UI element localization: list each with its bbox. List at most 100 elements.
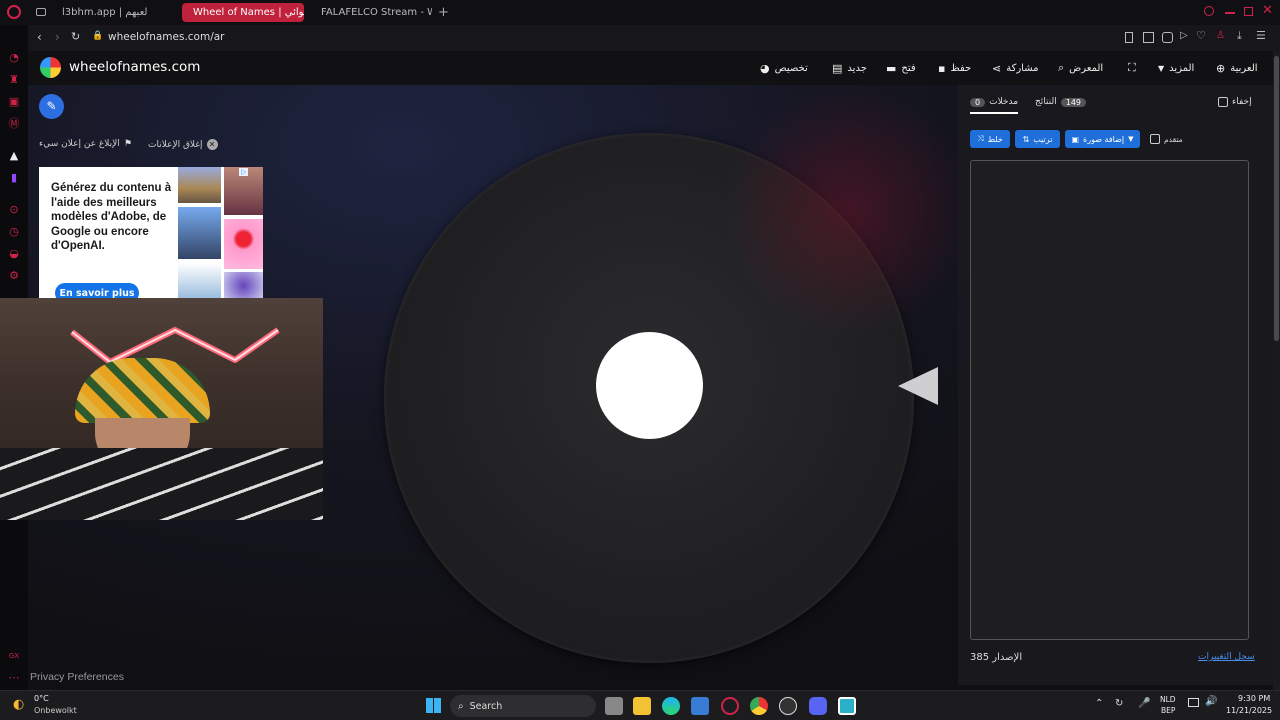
messenger-icon[interactable]: ▣ xyxy=(7,95,21,109)
nav-more-label: المزيد xyxy=(1169,62,1195,74)
file-explorer-icon[interactable] xyxy=(633,697,651,715)
close-ads-link[interactable]: إغلاق الإعلانات ✕ xyxy=(148,139,218,150)
edge-icon[interactable] xyxy=(662,697,680,715)
chrome-icon[interactable] xyxy=(750,697,768,715)
opera-gx-icon[interactable] xyxy=(721,697,739,715)
back-icon[interactable]: ‹ xyxy=(37,30,42,44)
nav-language[interactable]: ⊕ العربية xyxy=(1216,51,1258,85)
task-view-icon[interactable] xyxy=(605,697,623,715)
play-icon[interactable]: ▷ xyxy=(1180,30,1188,41)
privacy-preferences-link[interactable]: Privacy Preferences xyxy=(30,671,124,683)
active-app-icon[interactable] xyxy=(838,697,856,715)
tray-sync-icon[interactable]: ↻ xyxy=(1115,698,1123,709)
advertisement[interactable]: Générez du contenu à l'aide des meilleur… xyxy=(39,167,263,299)
flow-icon[interactable]: ◒ xyxy=(7,247,21,261)
entries-count-badge: 0 xyxy=(970,97,986,107)
close-window-icon[interactable]: ✕ xyxy=(1262,3,1273,18)
tab-overview-icon[interactable] xyxy=(36,8,46,16)
save-disk-icon: ▪ xyxy=(938,61,946,75)
reload-icon[interactable]: ↻ xyxy=(71,30,80,43)
ad-thumbnail-cowboy xyxy=(178,207,221,259)
shuffle-icon: ⤨ xyxy=(977,134,984,143)
tray-mic-icon[interactable]: 🎤 xyxy=(1138,698,1150,709)
settings-gear-icon[interactable]: ⚙ xyxy=(7,269,21,283)
nav-open[interactable]: ▬ فتح xyxy=(886,51,916,85)
snapshot-icon[interactable] xyxy=(1143,32,1154,43)
changelog-link[interactable]: سجل التغييرات xyxy=(1198,652,1255,662)
tab-label: Wheel of Names | عشوائي xyxy=(193,7,304,18)
weather-moon-icon[interactable]: ◐ xyxy=(13,697,24,712)
page-scrollbar[interactable] xyxy=(1273,51,1280,690)
gx-icon[interactable]: GX xyxy=(7,649,21,663)
bookmark-icon[interactable] xyxy=(1125,32,1133,43)
nav-share[interactable]: ⋖ مشاركة xyxy=(992,51,1039,85)
weather-desc[interactable]: Onbewolkt xyxy=(34,706,77,715)
nav-more[interactable]: ▼ المزيد xyxy=(1158,51,1194,85)
shield-icon[interactable] xyxy=(1162,32,1173,43)
fullscreen-icon: ⛶ xyxy=(1128,61,1136,74)
hide-checkbox[interactable] xyxy=(1218,97,1228,107)
entries-textarea[interactable] xyxy=(970,160,1249,640)
nav-save[interactable]: ▪ حفظ xyxy=(938,51,971,85)
twitch-icon[interactable]: ▮ xyxy=(7,171,21,185)
tab-entries-label: مدخلات xyxy=(989,97,1019,107)
hide-toggle[interactable]: إخفاء xyxy=(1218,97,1252,107)
discord-icon[interactable] xyxy=(809,697,827,715)
weather-temp[interactable]: 0°C xyxy=(34,694,49,703)
taskbar-search[interactable]: ⌕ Search xyxy=(450,695,596,717)
lang-line2[interactable]: BEP xyxy=(1161,706,1175,715)
advanced-checkbox[interactable] xyxy=(1150,134,1160,144)
nav-customize[interactable]: ◕ تخصيص xyxy=(760,51,808,85)
bag-icon[interactable]: ♜ xyxy=(7,73,21,87)
menu-icon[interactable]: ☰ xyxy=(1256,29,1266,42)
windows-start-icon[interactable] xyxy=(426,698,441,713)
forward-icon[interactable]: › xyxy=(55,30,60,44)
nav-new[interactable]: ▤ جديد xyxy=(832,51,867,85)
nav-customize-label: تخصيص xyxy=(774,62,808,74)
clock-time[interactable]: 9:30 PM xyxy=(1238,694,1270,703)
wheel-hub[interactable] xyxy=(596,332,703,439)
advanced-toggle[interactable]: متقدم xyxy=(1150,134,1183,144)
search-tabs-icon[interactable] xyxy=(1204,6,1214,16)
url-field[interactable]: wheelofnames.com/ar xyxy=(108,31,225,43)
maximize-icon[interactable] xyxy=(1244,7,1253,16)
ad-thumbnail-car xyxy=(178,167,221,203)
nav-gallery[interactable]: ⌕ المعرض xyxy=(1058,51,1103,85)
lang-line1[interactable]: NLD xyxy=(1160,695,1176,704)
results-count-badge: 149 xyxy=(1060,97,1087,107)
tab-falafelco[interactable]: FALAFELCO Stream - Wat xyxy=(310,3,432,22)
adchoices-icon[interactable]: ▷ xyxy=(239,168,249,176)
player-icon[interactable]: ⊙ xyxy=(7,203,21,217)
sort-button[interactable]: ⇅ ترتيب xyxy=(1015,130,1060,148)
heart-icon[interactable]: ♡ xyxy=(1196,29,1206,42)
new-tab-button[interactable]: + xyxy=(438,5,449,20)
fullscreen-button[interactable]: ⛶ xyxy=(1128,51,1136,85)
site-brand[interactable]: wheelofnames.com xyxy=(69,59,200,75)
more-dots-icon[interactable]: ⋯ xyxy=(7,671,21,685)
tray-network-icon[interactable] xyxy=(1188,698,1199,707)
obs-icon[interactable] xyxy=(779,697,797,715)
add-image-button[interactable]: ▣ إضافة صورة ▼ xyxy=(1065,130,1140,148)
mail-icon[interactable]: Ⓜ xyxy=(7,117,21,131)
tab-results[interactable]: النتائج 149 xyxy=(1035,97,1087,107)
tab-l3bhm[interactable]: l3bhm.app | لعبهم xyxy=(56,3,178,22)
store-icon[interactable] xyxy=(691,697,709,715)
wheel-logo-icon[interactable] xyxy=(40,57,61,78)
clock-date[interactable]: 11/21/2025 xyxy=(1226,706,1272,715)
scrollbar-thumb[interactable] xyxy=(1274,56,1279,341)
edit-pencil-button[interactable]: ✎ xyxy=(39,94,64,119)
minimize-icon[interactable] xyxy=(1225,12,1235,14)
aria-icon[interactable]: ◔ xyxy=(7,51,21,65)
tray-volume-icon[interactable]: 🔊 xyxy=(1205,696,1217,707)
tray-chevron-icon[interactable]: ⌃ xyxy=(1095,698,1103,709)
report-ad-link[interactable]: الإبلاغ عن إعلان سيء ⚑ xyxy=(39,139,132,149)
tab-entries[interactable]: 0 مدخلات xyxy=(970,97,1019,114)
opera-logo-icon[interactable] xyxy=(7,5,21,19)
ad-cta-button[interactable]: En savoir plus xyxy=(55,283,139,299)
download-icon[interactable]: ⤓ xyxy=(1237,29,1242,43)
history-icon[interactable]: ◷ xyxy=(7,225,21,239)
app-icon[interactable]: ▲ xyxy=(7,149,21,163)
shuffle-button[interactable]: ⤨ خلط xyxy=(970,130,1010,148)
tab-wheel-of-names[interactable]: Wheel of Names | عشوائي xyxy=(182,3,304,22)
profile-icon[interactable]: ♙ xyxy=(1216,30,1225,41)
